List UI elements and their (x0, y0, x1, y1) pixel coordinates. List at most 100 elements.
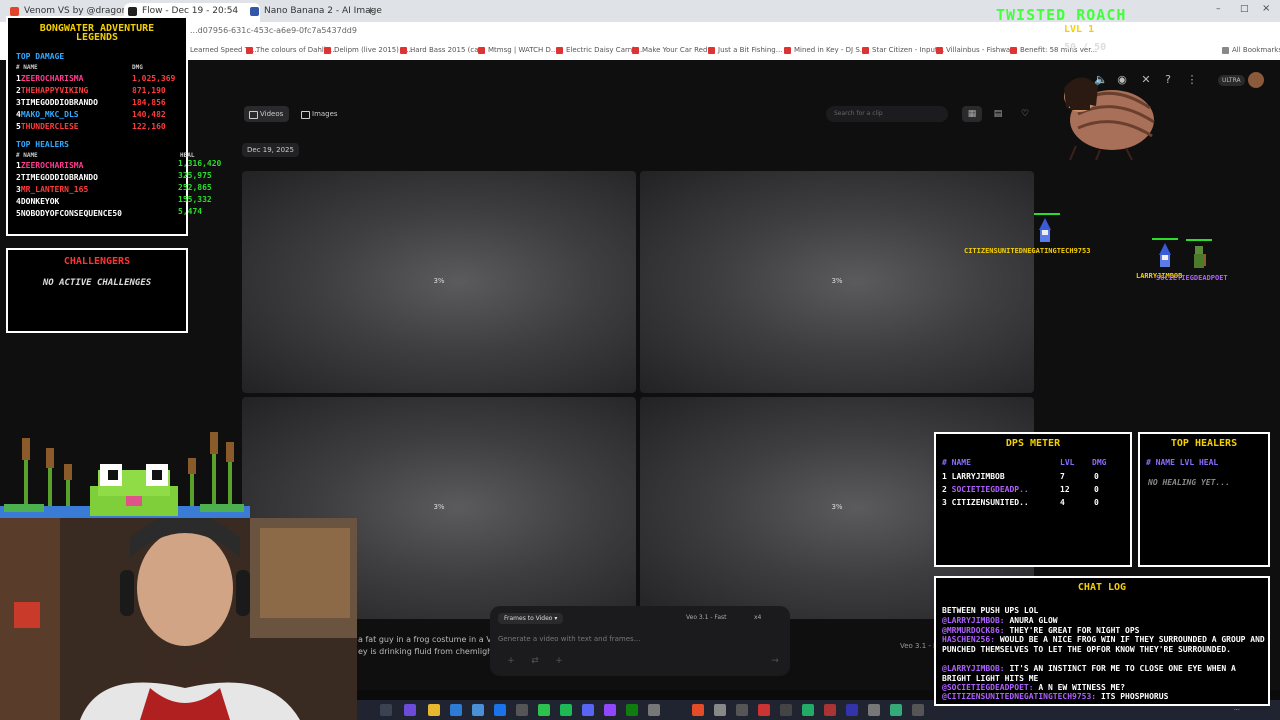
damage-row: 4MAKO_MKC_DLS (16, 110, 79, 119)
top-healers-title: TOP HEALERS (1170, 438, 1238, 449)
model-selector[interactable]: Veo 3.1 - Fast (686, 614, 727, 621)
dps-dmg-header: DMG (1092, 458, 1107, 467)
output-count[interactable]: x4 (754, 614, 761, 621)
player-hp-bar (1034, 213, 1060, 215)
app-icon[interactable] (736, 704, 748, 716)
ranger-sprite-icon (1194, 246, 1206, 268)
folder-icon[interactable] (428, 704, 440, 716)
swap-icon[interactable]: ⇄ (530, 656, 540, 666)
grid-view-icon[interactable]: ▦ (962, 106, 982, 122)
bookmark-item[interactable]: Mined in Key - DJ S... (784, 46, 866, 54)
mode-dropdown[interactable]: Frames to Video ▾ (498, 613, 564, 624)
store-icon[interactable] (472, 704, 484, 716)
heal-value: 325,975 (178, 171, 212, 180)
minimize-icon[interactable]: – (1216, 4, 1221, 14)
search-input[interactable]: Search for a clip (826, 106, 948, 122)
image-icon (301, 111, 310, 119)
prompt-input[interactable]: Generate a video with text and frames... (498, 635, 640, 643)
challengers-panel: CHALLENGERS NO ACTIVE CHALLENGES (6, 248, 188, 333)
explorer-icon[interactable] (380, 704, 392, 716)
app-icon[interactable] (648, 704, 660, 716)
bookmark-item[interactable]: Mtmsg | WATCH D... (478, 46, 558, 54)
app-icon[interactable] (846, 704, 858, 716)
help-icon[interactable]: ? (1162, 74, 1174, 86)
tab-label: Flow - Dec 19 - 20:54 (142, 6, 239, 16)
app-icon[interactable] (758, 704, 770, 716)
dps-dmg: 0 (1094, 485, 1099, 494)
spotify-icon[interactable] (560, 704, 572, 716)
app-icon[interactable] (538, 704, 550, 716)
app-icon[interactable] (714, 704, 726, 716)
tab-images[interactable]: Images (296, 106, 344, 122)
tab-favicon-icon (10, 7, 19, 16)
damage-value: 140,482 (132, 110, 166, 119)
prompt-composer[interactable]: Frames to Video ▾ Veo 3.1 - Fast x4 Gene… (490, 606, 790, 676)
app-icon[interactable] (494, 704, 506, 716)
chat-line: BETWEEN PUSH UPS LOL (942, 606, 1039, 615)
app-icon[interactable] (404, 704, 416, 716)
send-icon[interactable]: → (770, 656, 780, 666)
favorites-heart-icon[interactable]: ♡ (1015, 106, 1035, 122)
progress-text: 3% (433, 503, 445, 511)
progress-text: 3% (831, 277, 843, 285)
wizard-sprite-icon (1039, 218, 1051, 242)
legends-title: BONGWATER ADVENTURE LEGENDS (39, 23, 155, 43)
close-icon[interactable]: × (1262, 3, 1270, 14)
player-name-label: CITIZENSUNITEDNEGATINGTECH9753 (964, 247, 1091, 255)
tab-videos[interactable]: Videos (244, 106, 290, 122)
app-icon[interactable] (912, 704, 924, 716)
browser-tab-nano-banana[interactable]: Nano Banana 2 - AI Image Gen... (246, 3, 382, 22)
twitch-icon[interactable] (604, 704, 616, 716)
edge-icon[interactable] (450, 704, 462, 716)
maximize-icon[interactable]: □ (1240, 4, 1249, 14)
lily-pad (4, 504, 44, 512)
player-hp-bar (1152, 238, 1178, 240)
all-bookmarks[interactable]: All Bookmarks (1222, 46, 1280, 54)
app-icon[interactable] (802, 704, 814, 716)
chrome-icon[interactable] (692, 704, 704, 716)
dps-row: 3 CITIZENSUNITED.. (942, 498, 1029, 507)
app-icon[interactable] (780, 704, 792, 716)
video-tile[interactable]: 3% (242, 171, 636, 393)
bookmark-favicon-icon (324, 47, 331, 54)
ultra-badge: ULTRA (1218, 75, 1245, 86)
legends-panel: BONGWATER ADVENTURE LEGENDS TOP DAMAGE # … (6, 16, 194, 236)
bookmark-item[interactable]: Hard Bass 2015 (ca... (400, 46, 485, 54)
more-menu-icon[interactable]: ⋮ (1186, 74, 1198, 86)
bookmark-item[interactable]: Star Citizen - Input... (862, 46, 944, 54)
bookmark-item[interactable]: Just a Bit Fishing... (708, 46, 782, 54)
app-icon[interactable] (824, 704, 836, 716)
healer-row: 4DONKEYOK (16, 197, 60, 206)
damage-row: 1ZEEROCHARISMA (16, 74, 84, 83)
new-tab-icon[interactable]: + (366, 4, 375, 17)
damage-value: 871,190 (132, 86, 166, 95)
app-icon[interactable] (516, 704, 528, 716)
bookmark-item[interactable]: Villainbus - Fishwa... (936, 46, 1017, 54)
avatar[interactable] (1248, 72, 1264, 88)
tab-label: Venom VS by @dragonsynth... (24, 6, 136, 16)
healer-row: 5NOBODYOFCONSEQUENCE50 (16, 209, 122, 218)
app-icon[interactable] (890, 704, 902, 716)
add-icon[interactable]: + (506, 656, 516, 666)
dps-meter-title: DPS METER (1005, 438, 1061, 449)
healer-row: 3MR_LANTERN_165 (16, 185, 89, 194)
player-hp-bar (1186, 239, 1212, 241)
grid-small-view-icon[interactable]: ▤ (988, 106, 1008, 122)
prompt-description-line: a fat guy in a frog costume in a Vietn (358, 635, 492, 644)
healer-row: 1ZEEROCHARISMA (16, 161, 84, 170)
app-icon[interactable] (868, 704, 880, 716)
top-healers-header: # NAME LVL HEAL (1146, 458, 1219, 467)
name-header: # NAME (16, 64, 38, 71)
video-tile[interactable]: 3% (640, 171, 1034, 393)
dps-name-header: # NAME (942, 458, 971, 467)
chat-line: @LARRYJIMBOB: IT'S AN INSTINCT FOR ME TO… (942, 664, 1236, 683)
chat-line: @LARRYJIMBOB: ANURA GLOW (942, 616, 1058, 625)
bookmark-item[interactable]: Make Your Car Red... (632, 46, 714, 54)
discord-icon[interactable] (582, 704, 594, 716)
damage-row: 3TIMEGODDIOBRANDO (16, 98, 98, 107)
webcam-feed (0, 518, 357, 720)
damage-value: 122,160 (132, 122, 166, 131)
xbox-icon[interactable] (626, 704, 638, 716)
top-healers-panel: TOP HEALERS # NAME LVL HEAL NO HEALING Y… (1138, 432, 1270, 567)
add-frame-icon[interactable]: + (554, 656, 564, 666)
